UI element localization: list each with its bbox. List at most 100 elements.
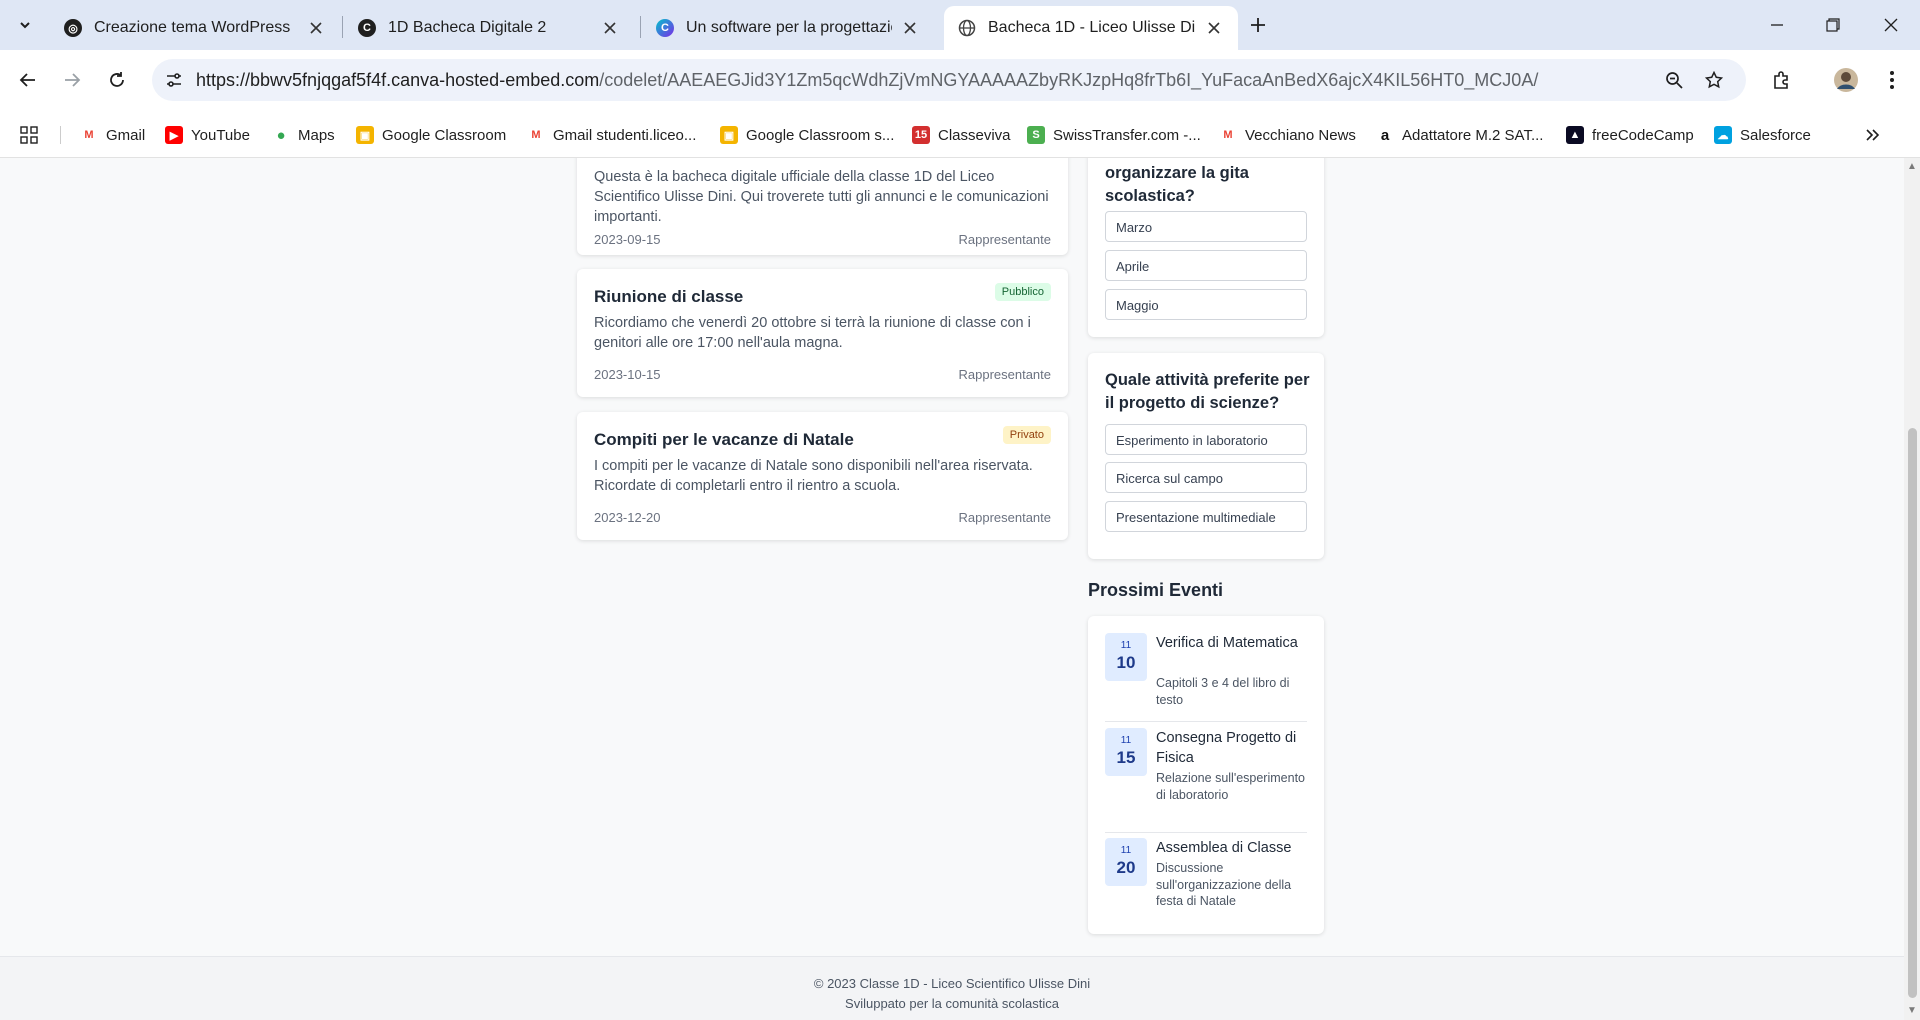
bookmark-label: Adattatore M.2 SAT... <box>1402 126 1544 144</box>
bookmark-label: Salesforce <box>1740 126 1811 144</box>
bookmark-item[interactable]: ▶ YouTube <box>165 124 250 146</box>
chevron-down-icon <box>20 22 30 29</box>
poll-option[interactable]: Aprile <box>1105 250 1307 281</box>
event-description: Capitoli 3 e 4 del libro di testo <box>1156 676 1290 707</box>
tab-title: Un software per la progettazion <box>686 19 892 36</box>
amazon-icon: a <box>1376 126 1394 144</box>
divider <box>1105 832 1307 833</box>
double-chevron-right-icon <box>1866 129 1880 141</box>
bookmark-item[interactable]: M Vecchiano News <box>1219 124 1356 146</box>
restore-icon <box>1826 18 1840 32</box>
tab-0[interactable]: ◎ Creazione tema WordPress <box>50 6 340 50</box>
poll-question: organizzare la gita scolastica? <box>1105 164 1249 205</box>
poll-card: organizzare la gita scolastica? Marzo Ap… <box>1088 158 1324 337</box>
new-tab-button[interactable] <box>1245 12 1271 38</box>
bookmark-label: Classeviva <box>938 126 1011 144</box>
gmail-icon: M <box>1219 126 1237 144</box>
reload-button[interactable] <box>101 64 133 96</box>
announcement-body: I compiti per le vacanze di Natale sono … <box>594 458 1033 494</box>
event-name: Consegna Progetto di Fisica <box>1156 730 1297 766</box>
scroll-down-icon[interactable]: ▼ <box>1907 1006 1917 1016</box>
bookmark-label: SwissTransfer.com -... <box>1053 126 1201 144</box>
tab-3-active[interactable]: Bacheca 1D - Liceo Ulisse Dini <box>944 6 1238 50</box>
poll-option[interactable]: Ricerca sul campo <box>1105 462 1307 493</box>
announcement-card[interactable]: Questa è la bacheca digitale ufficiale d… <box>577 158 1068 255</box>
tab-1[interactable]: C 1D Bacheca Digitale 2 <box>344 6 634 50</box>
tab-divider <box>342 16 343 38</box>
extensions-button[interactable] <box>1766 64 1798 96</box>
freecodecamp-icon: ▲ <box>1566 126 1584 144</box>
event-description: Relazione sull'esperimento di laboratori… <box>1156 771 1305 802</box>
tab-search-button[interactable] <box>12 12 38 38</box>
youtube-icon: ▶ <box>165 126 183 144</box>
close-icon[interactable] <box>600 18 620 38</box>
announcement-author: Rappresentante <box>958 510 1051 525</box>
restore-button[interactable] <box>1818 10 1848 40</box>
poll-card: Quale attività preferite per il progetto… <box>1088 353 1324 559</box>
events-card: 11 10 Verifica di Matematica Capitoli 3 … <box>1088 616 1324 934</box>
poll-option[interactable]: Maggio <box>1105 289 1307 320</box>
scrollbar-thumb[interactable] <box>1908 428 1917 998</box>
forward-button[interactable] <box>56 64 88 96</box>
more-bookmarks-button[interactable] <box>1864 124 1880 146</box>
event-day: 20 <box>1116 858 1136 877</box>
bookmark-item[interactable]: 15 Classeviva <box>912 124 1011 146</box>
announcement-card[interactable]: Compiti per le vacanze di Natale Privato… <box>577 412 1068 540</box>
avatar <box>1834 68 1858 92</box>
bookmark-label: Maps <box>298 126 335 144</box>
event-month: 11 <box>1120 640 1132 651</box>
bookmark-item[interactable]: ▲ freeCodeCamp <box>1566 124 1694 146</box>
bookmark-item[interactable]: M Gmail <box>80 124 145 146</box>
announcement-author: Rappresentante <box>958 232 1051 247</box>
events-section-title: Prossimi Eventi <box>1088 580 1224 600</box>
bookmark-star-button[interactable] <box>1698 64 1730 96</box>
announcement-date: 2023-12-20 <box>594 510 661 525</box>
bookmark-item[interactable]: S SwissTransfer.com -... <box>1027 124 1201 146</box>
back-button[interactable] <box>12 64 44 96</box>
announcement-title: Compiti per le vacanze di Natale <box>594 430 854 449</box>
close-window-button[interactable] <box>1876 10 1906 40</box>
chatgpt-icon: ◎ <box>64 19 82 37</box>
url-text[interactable]: https://bbwv5fnjqgaf5f4f.canva-hosted-em… <box>196 70 1538 91</box>
bookmark-item[interactable]: ▣ Google Classroom <box>356 124 506 146</box>
tab-2[interactable]: C Un software per la progettazion <box>642 6 934 50</box>
announcement-author: Rappresentante <box>958 367 1051 382</box>
menu-button[interactable] <box>1876 64 1908 96</box>
poll-option[interactable]: Marzo <box>1105 211 1307 242</box>
zoom-button[interactable] <box>1658 64 1690 96</box>
bookmark-item[interactable]: ● Maps <box>272 124 335 146</box>
announcement-date: 2023-09-15 <box>594 232 661 247</box>
bookmark-item[interactable]: a Adattatore M.2 SAT... <box>1376 124 1543 146</box>
bookmark-item[interactable]: ▣ Google Classroom s... <box>720 124 894 146</box>
announcement-title: Riunione di classe <box>594 287 744 306</box>
event-name: Assemblea di Classe <box>1156 840 1292 856</box>
address-bar[interactable]: https://bbwv5fnjqgaf5f4f.canva-hosted-em… <box>152 59 1746 101</box>
poll-option[interactable]: Presentazione multimediale <box>1105 501 1307 532</box>
close-icon[interactable] <box>900 18 920 38</box>
footer-copyright: © 2023 Classe 1D - Liceo Scientifico Uli… <box>813 976 1091 991</box>
site-info-button[interactable] <box>158 64 190 96</box>
event-description: Discussione sull'organizzazione della fe… <box>1156 861 1292 908</box>
close-icon[interactable] <box>1204 18 1224 38</box>
announcement-card[interactable]: Riunione di classe Pubblico Ricordiamo c… <box>577 269 1068 397</box>
page-scrollbar[interactable]: ▲ ▼ <box>1904 158 1920 1020</box>
plus-icon <box>1251 18 1265 32</box>
poll-option[interactable]: Esperimento in laboratorio <box>1105 424 1307 455</box>
puzzle-icon <box>1774 71 1788 89</box>
tab-divider <box>640 16 641 38</box>
event-item[interactable]: 11 20 Assemblea di Classe Discussione su… <box>1105 838 1307 918</box>
scroll-up-icon[interactable]: ▲ <box>1907 162 1917 172</box>
event-item[interactable]: 11 15 Consegna Progetto di Fisica Relazi… <box>1105 728 1307 823</box>
apps-button[interactable] <box>20 124 38 146</box>
bookmark-item[interactable]: M Gmail studenti.liceo... <box>527 124 696 146</box>
classroom-icon: ▣ <box>356 126 374 144</box>
bookmark-label: Gmail studenti.liceo... <box>553 126 697 144</box>
event-name: Verifica di Matematica <box>1156 635 1298 651</box>
close-icon[interactable] <box>306 18 326 38</box>
divider <box>1105 721 1307 722</box>
event-item[interactable]: 11 10 Verifica di Matematica Capitoli 3 … <box>1105 633 1307 713</box>
profile-button[interactable] <box>1830 64 1862 96</box>
bookmark-item[interactable]: ☁ Salesforce <box>1714 124 1811 146</box>
tab-title: 1D Bacheca Digitale 2 <box>388 19 547 36</box>
minimize-button[interactable] <box>1762 10 1792 40</box>
